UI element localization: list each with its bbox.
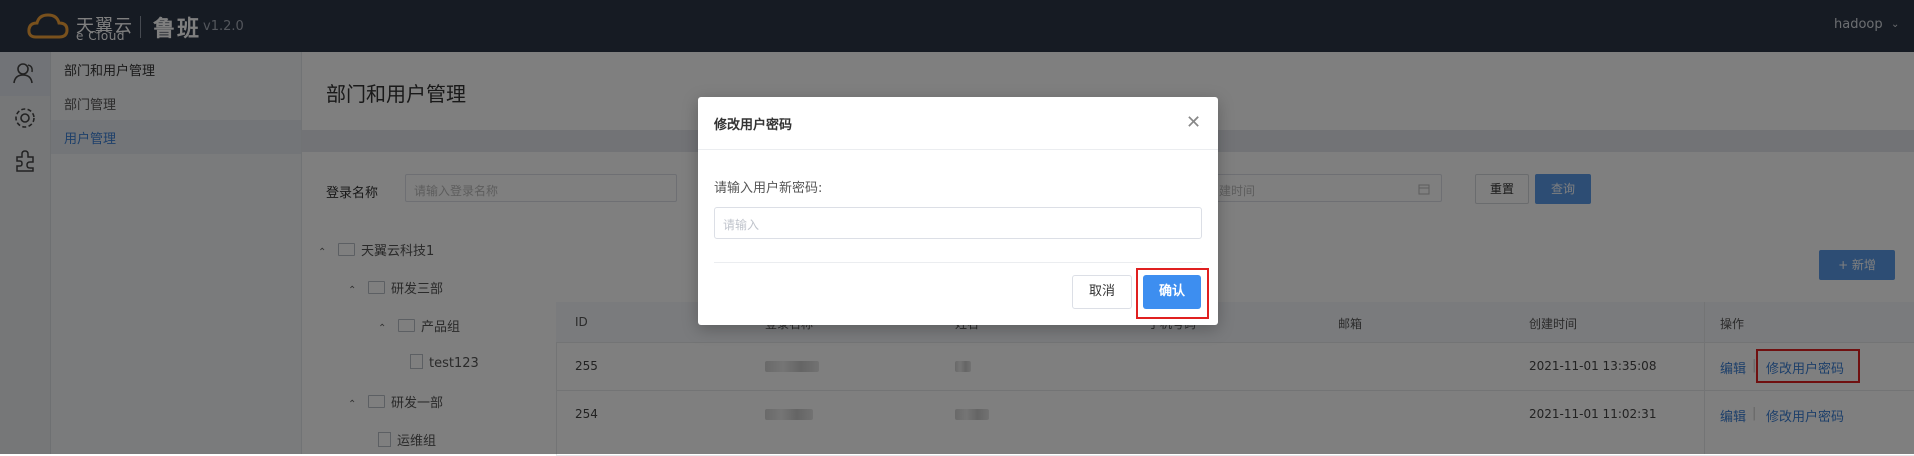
cancel-button[interactable]: 取消: [1072, 275, 1132, 309]
highlight-box: [1136, 268, 1209, 319]
dialog-divider: [714, 262, 1202, 263]
new-password-label: 请输入用户新密码:: [714, 181, 823, 196]
new-password-input[interactable]: 请输入: [714, 207, 1202, 239]
dialog-title: 修改用户密码: [714, 118, 793, 133]
close-icon[interactable]: ✕: [1186, 112, 1201, 133]
